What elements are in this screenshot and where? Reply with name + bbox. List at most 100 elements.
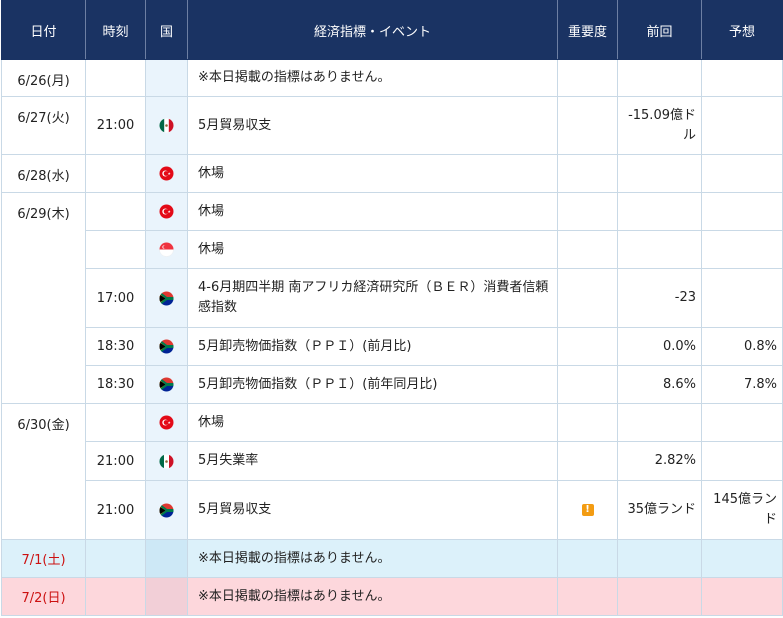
importance-cell: [557, 154, 618, 193]
previous-cell: 0.0%: [617, 327, 702, 366]
forecast-cell: [701, 192, 783, 231]
header-forecast: 予想: [701, 0, 783, 60]
table-row: 休場: [2, 230, 783, 269]
table-row: 21:00 5月貿易収支 ! 35億ランド 145億ランド: [2, 480, 783, 540]
event-cell: 休場: [187, 192, 558, 231]
importance-cell: [557, 327, 618, 366]
date-cell: 7/2(日): [1, 577, 86, 616]
table-row: 7/2(日) ※本日掲載の指標はありません。: [1, 577, 783, 616]
event-cell: 4-6月期四半期 南アフリカ経済研究所（ＢＥＲ）消費者信頼感指数: [187, 268, 558, 328]
table-row: 21:00 5月失業率 2.82%: [2, 441, 783, 481]
time-cell: 21:00: [85, 441, 146, 481]
forecast-cell: [701, 154, 783, 193]
event-cell: 5月失業率: [187, 441, 558, 481]
time-cell: 21:00: [85, 96, 146, 155]
table-row: 6/27(火) 21:00 5月貿易収支 -15.09億ドル: [1, 96, 783, 155]
event-cell: 5月貿易収支: [187, 96, 558, 155]
event-cell: 5月貿易収支: [187, 480, 558, 540]
time-cell: [85, 403, 146, 442]
country-cell: [145, 327, 188, 366]
importance-cell: [557, 230, 618, 269]
country-cell: [145, 403, 188, 442]
previous-cell: [617, 539, 702, 578]
mexico-flag-icon: [159, 118, 174, 133]
previous-cell: -15.09億ドル: [617, 96, 702, 155]
header-previous: 前回: [617, 0, 702, 60]
event-cell: 休場: [187, 403, 558, 442]
header-time: 時刻: [85, 0, 146, 60]
south-africa-flag-icon: [159, 503, 174, 518]
time-cell: [85, 539, 146, 578]
country-cell: [145, 154, 188, 193]
importance-cell: [557, 441, 618, 481]
turkey-flag-icon: [159, 166, 174, 181]
event-cell: 休場: [187, 154, 558, 193]
country-cell: [145, 365, 188, 404]
table-row: 18:30 5月卸売物価指数（ＰＰＩ）(前月比) 0.0% 0.8%: [2, 327, 783, 366]
date-cell: 6/27(火): [1, 96, 86, 155]
forecast-cell: [701, 96, 783, 155]
country-cell: [145, 441, 188, 481]
date-cell: 7/1(土): [1, 539, 86, 578]
table-row: 6/30(金) 休場: [1, 403, 783, 540]
turkey-flag-icon: [159, 204, 174, 219]
country-cell: [145, 539, 188, 578]
previous-cell: 35億ランド: [617, 480, 702, 540]
forecast-cell: [701, 577, 783, 616]
south-africa-flag-icon: [159, 339, 174, 354]
previous-cell: 8.6%: [617, 365, 702, 404]
table-row: 18:30 5月卸売物価指数（ＰＰＩ）(前年同月比) 8.6% 7.8%: [2, 365, 783, 404]
previous-cell: -23: [617, 268, 702, 328]
country-cell: [145, 59, 188, 97]
table-row: 6/29(木) 休場: [1, 192, 783, 404]
previous-cell: [617, 403, 702, 442]
header-country: 国: [145, 0, 188, 60]
event-cell: 5月卸売物価指数（ＰＰＩ）(前年同月比): [187, 365, 558, 404]
event-cell: ※本日掲載の指標はありません。: [187, 59, 558, 97]
economic-calendar-table: 日付 時刻 国 経済指標・イベント 重要度 前回 予想 6/26(月) ※本日掲…: [1, 0, 783, 616]
forecast-cell: [701, 230, 783, 269]
forecast-cell: 7.8%: [701, 365, 783, 404]
forecast-cell: [701, 268, 783, 328]
time-cell: [85, 154, 146, 193]
country-cell: [145, 268, 188, 328]
country-cell: [145, 192, 188, 231]
time-cell: 18:30: [85, 365, 146, 404]
time-cell: [85, 577, 146, 616]
date-cell: 6/26(月): [1, 59, 86, 97]
country-cell: [145, 480, 188, 540]
header-event: 経済指標・イベント: [187, 0, 558, 60]
forecast-cell: [701, 441, 783, 481]
singapore-flag-icon: [159, 242, 174, 257]
south-africa-flag-icon: [159, 291, 174, 306]
importance-cell: [557, 96, 618, 155]
header-importance: 重要度: [557, 0, 618, 60]
time-cell: 21:00: [85, 480, 146, 540]
forecast-cell: 145億ランド: [701, 480, 783, 540]
time-cell: [85, 59, 146, 97]
time-cell: 18:30: [85, 327, 146, 366]
previous-cell: [617, 577, 702, 616]
table-row: 7/1(土) ※本日掲載の指標はありません。: [1, 539, 783, 578]
turkey-flag-icon: [159, 415, 174, 430]
importance-alert-icon: !: [581, 504, 594, 516]
importance-cell: [557, 268, 618, 328]
country-cell: [145, 96, 188, 155]
importance-cell: [557, 577, 618, 616]
previous-cell: 2.82%: [617, 441, 702, 481]
importance-cell: [557, 539, 618, 578]
country-cell: [145, 230, 188, 269]
previous-cell: [617, 230, 702, 269]
time-cell: [85, 230, 146, 269]
forecast-cell: [701, 59, 783, 97]
forecast-cell: [701, 403, 783, 442]
time-cell: [85, 192, 146, 231]
forecast-cell: [701, 539, 783, 578]
event-cell: 休場: [187, 230, 558, 269]
importance-cell: [557, 403, 618, 442]
event-cell: 5月卸売物価指数（ＰＰＩ）(前月比): [187, 327, 558, 366]
importance-cell: [557, 192, 618, 231]
south-africa-flag-icon: [159, 377, 174, 392]
previous-cell: [617, 154, 702, 193]
event-cell: ※本日掲載の指標はありません。: [187, 577, 558, 616]
